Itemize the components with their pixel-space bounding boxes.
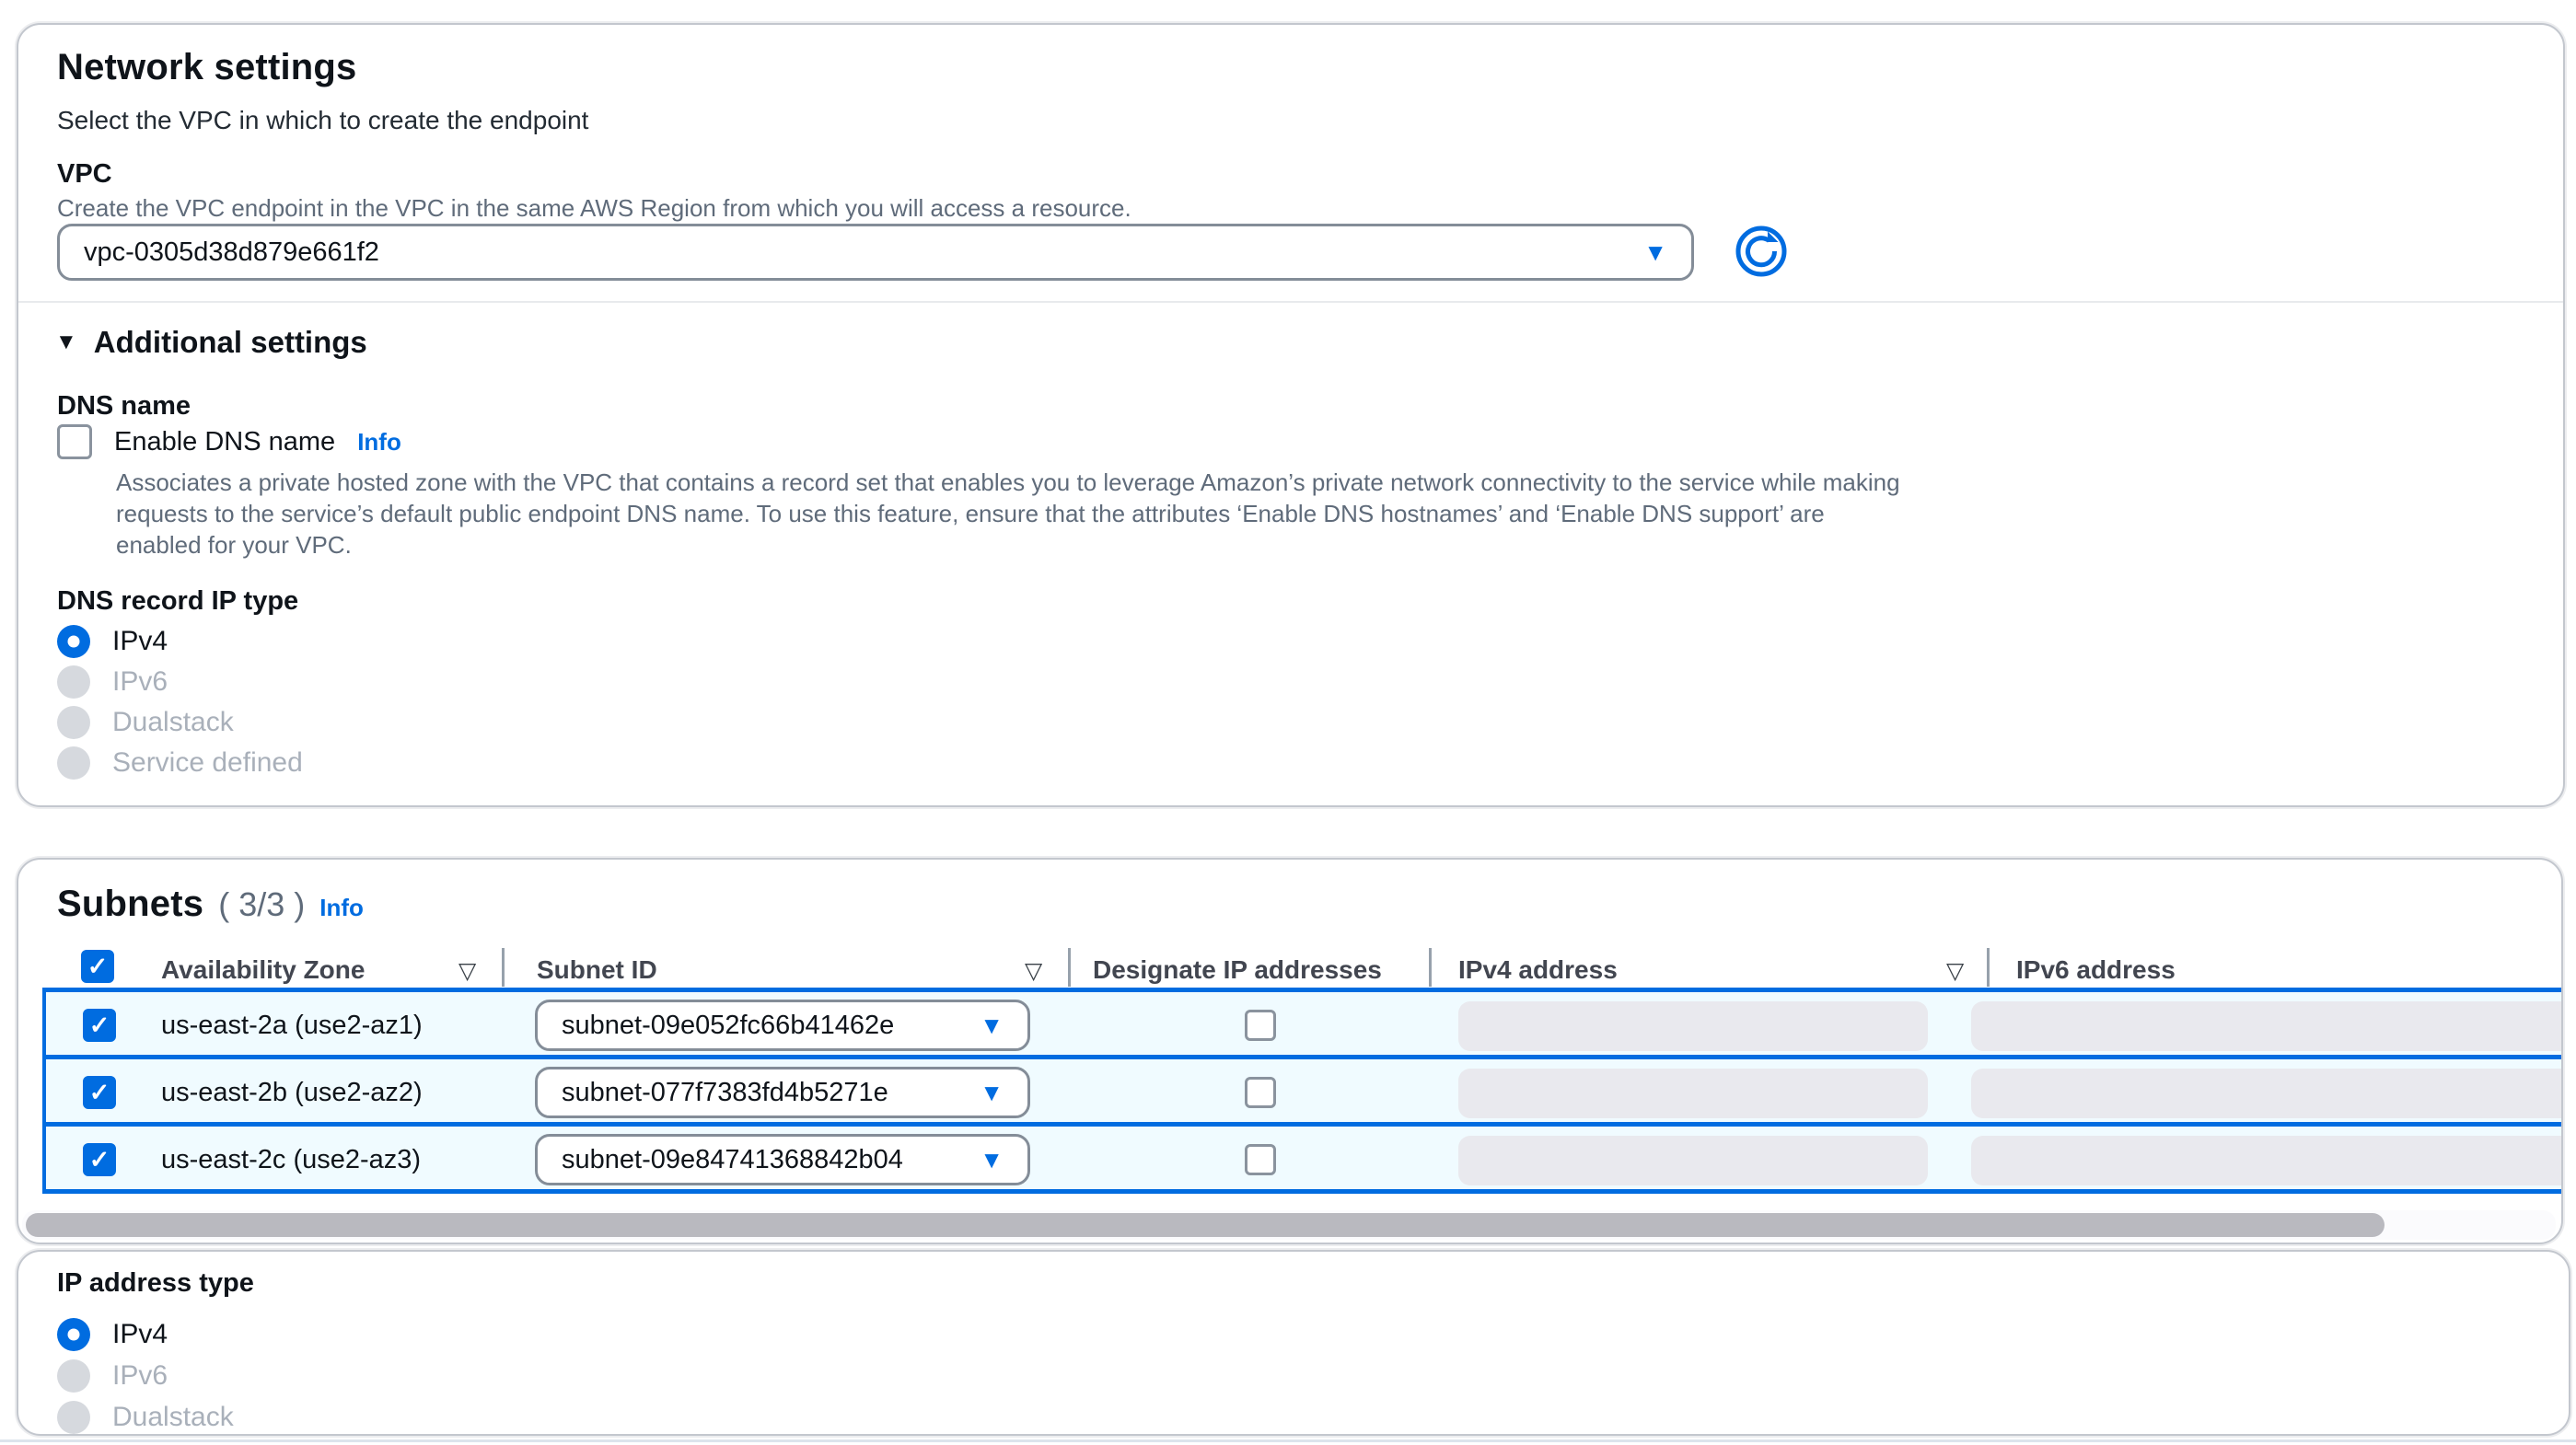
subnet-row-3[interactable]: ✓ us-east-2c (use2-az3) subnet-09e847413… <box>46 1127 2561 1194</box>
dns-info-link[interactable]: Info <box>357 428 401 457</box>
subnets-card: Subnets ( 3/3 ) Info ✓ Availability Zone… <box>17 858 2563 1244</box>
network-settings-card: Network settings Select the VPC in which… <box>17 23 2565 807</box>
page-bottom-divider <box>0 1439 2576 1442</box>
designate-ip-checkbox[interactable] <box>1245 1144 1276 1175</box>
ip-type-option-ipv4: IPv4 <box>57 1316 168 1353</box>
ip-type-option-ipv6-label: IPv6 <box>112 1360 168 1392</box>
chevron-down-icon: ▼ <box>980 1013 1004 1037</box>
network-settings-subtitle: Select the VPC in which to create the en… <box>57 106 588 135</box>
sort-icon[interactable]: ▽ <box>1025 957 1042 985</box>
ipv6-address-field <box>1971 1001 2563 1051</box>
scrollbar-thumb[interactable] <box>26 1213 2385 1237</box>
ip-type-option-dualstack: Dualstack <box>57 1399 234 1436</box>
availability-zone-cell: us-east-2a (use2-az1) <box>161 1011 423 1041</box>
check-icon: ✓ <box>89 1148 110 1173</box>
dns-ip-option-ipv4-label: IPv4 <box>112 626 168 657</box>
vpc-select[interactable]: vpc-0305d38d879e661f2 ▼ <box>57 224 1694 281</box>
subnet-select[interactable]: subnet-09e84741368842b04 ▼ <box>535 1134 1030 1185</box>
check-icon: ✓ <box>89 1013 110 1038</box>
radio-selected-icon[interactable] <box>57 1318 90 1351</box>
availability-zone-cell: us-east-2b (use2-az2) <box>161 1078 423 1108</box>
enable-dns-name-label: Enable DNS name <box>114 427 335 457</box>
chevron-down-icon: ▼ <box>980 1148 1004 1172</box>
col-header-subnet-id: Subnet ID <box>537 955 657 985</box>
dns-ip-option-service-defined-label: Service defined <box>112 747 303 779</box>
dns-ip-option-ipv6-label: IPv6 <box>112 666 168 698</box>
subnets-count: ( 3/3 ) <box>218 885 305 924</box>
refresh-button[interactable] <box>1733 224 1790 281</box>
row-checkbox[interactable]: ✓ <box>83 1009 116 1042</box>
subnets-table: ✓ us-east-2a (use2-az1) subnet-09e052fc6… <box>42 988 2561 1194</box>
dns-ip-option-dualstack-label: Dualstack <box>112 707 234 738</box>
check-icon: ✓ <box>89 1081 110 1105</box>
sort-icon[interactable]: ▽ <box>1946 957 1964 985</box>
section-divider <box>18 301 2563 303</box>
radio-disabled-icon <box>57 665 90 699</box>
subnet-select-value: subnet-09e052fc66b41462e <box>562 1011 894 1041</box>
vpc-description: Create the VPC endpoint in the VPC in th… <box>57 194 1131 223</box>
designate-ip-checkbox[interactable] <box>1245 1077 1276 1108</box>
col-header-designate-ip: Designate IP addresses <box>1093 955 1382 985</box>
additional-settings-title: Additional settings <box>94 325 367 360</box>
dns-record-ip-type-label: DNS record IP type <box>57 586 298 617</box>
enable-dns-name-checkbox[interactable] <box>57 424 92 459</box>
ip-address-type-card: IP address type IPv4 IPv6 Dualstack <box>17 1250 2570 1436</box>
col-header-ipv4-address: IPv4 address <box>1458 955 1618 985</box>
sort-icon[interactable]: ▽ <box>458 957 476 985</box>
chevron-down-icon: ▼ <box>1643 240 1667 264</box>
subnets-info-link[interactable]: Info <box>319 894 364 922</box>
designate-ip-checkbox[interactable] <box>1245 1010 1276 1041</box>
chevron-down-icon: ▼ <box>980 1081 1004 1104</box>
ipv4-address-field <box>1458 1069 1928 1118</box>
subnet-select-value: subnet-077f7383fd4b5271e <box>562 1078 888 1108</box>
subnet-select-value: subnet-09e84741368842b04 <box>562 1145 903 1175</box>
column-divider <box>502 948 505 987</box>
radio-selected-icon[interactable] <box>57 625 90 658</box>
radio-disabled-icon <box>57 706 90 739</box>
col-header-availability-zone: Availability Zone <box>161 955 365 985</box>
ip-type-option-ipv4-label: IPv4 <box>112 1319 168 1350</box>
column-divider <box>1068 948 1071 987</box>
availability-zone-cell: us-east-2c (use2-az3) <box>161 1145 421 1175</box>
dns-description: Associates a private hosted zone with th… <box>116 467 1907 561</box>
dns-ip-option-service-defined: Service defined <box>57 745 303 781</box>
radio-disabled-icon <box>57 1359 90 1393</box>
subnet-row-2[interactable]: ✓ us-east-2b (use2-az2) subnet-077f7383f… <box>46 1059 2561 1127</box>
dns-ip-option-ipv6: IPv6 <box>57 664 168 700</box>
ipv6-address-field <box>1971 1136 2563 1185</box>
dns-name-label: DNS name <box>57 391 191 422</box>
subnet-select[interactable]: subnet-09e052fc66b41462e ▼ <box>535 1000 1030 1051</box>
dns-ip-option-dualstack: Dualstack <box>57 704 234 741</box>
column-divider <box>1429 948 1432 987</box>
ipv4-address-field <box>1458 1001 1928 1051</box>
col-header-ipv6-address: IPv6 address <box>2016 955 2176 985</box>
vpc-endpoint-network-settings-page: Network settings Select the VPC in which… <box>0 0 2576 1445</box>
column-divider <box>1987 948 1990 987</box>
subnets-title: Subnets <box>57 884 203 925</box>
ip-address-type-label: IP address type <box>57 1268 254 1299</box>
network-settings-title: Network settings <box>57 47 357 88</box>
check-icon: ✓ <box>87 954 109 979</box>
horizontal-scrollbar <box>22 1210 2556 1240</box>
subnet-row-1[interactable]: ✓ us-east-2a (use2-az1) subnet-09e052fc6… <box>46 992 2561 1059</box>
vpc-label: VPC <box>57 159 112 190</box>
ipv4-address-field <box>1458 1136 1928 1185</box>
radio-disabled-icon <box>57 1401 90 1434</box>
select-all-checkbox[interactable]: ✓ <box>81 950 114 983</box>
ipv6-address-field <box>1971 1069 2563 1118</box>
vpc-select-value: vpc-0305d38d879e661f2 <box>84 237 379 268</box>
ip-type-option-ipv6: IPv6 <box>57 1358 168 1394</box>
subnet-select[interactable]: subnet-077f7383fd4b5271e ▼ <box>535 1067 1030 1118</box>
radio-disabled-icon <box>57 746 90 780</box>
refresh-icon <box>1735 267 1788 281</box>
ip-type-option-dualstack-label: Dualstack <box>112 1402 234 1433</box>
row-checkbox[interactable]: ✓ <box>83 1076 116 1109</box>
row-checkbox[interactable]: ✓ <box>83 1143 116 1176</box>
dns-ip-option-ipv4: IPv4 <box>57 623 168 660</box>
triangle-down-icon: ▼ <box>55 329 77 355</box>
additional-settings-toggle[interactable]: ▼ Additional settings <box>55 325 367 360</box>
